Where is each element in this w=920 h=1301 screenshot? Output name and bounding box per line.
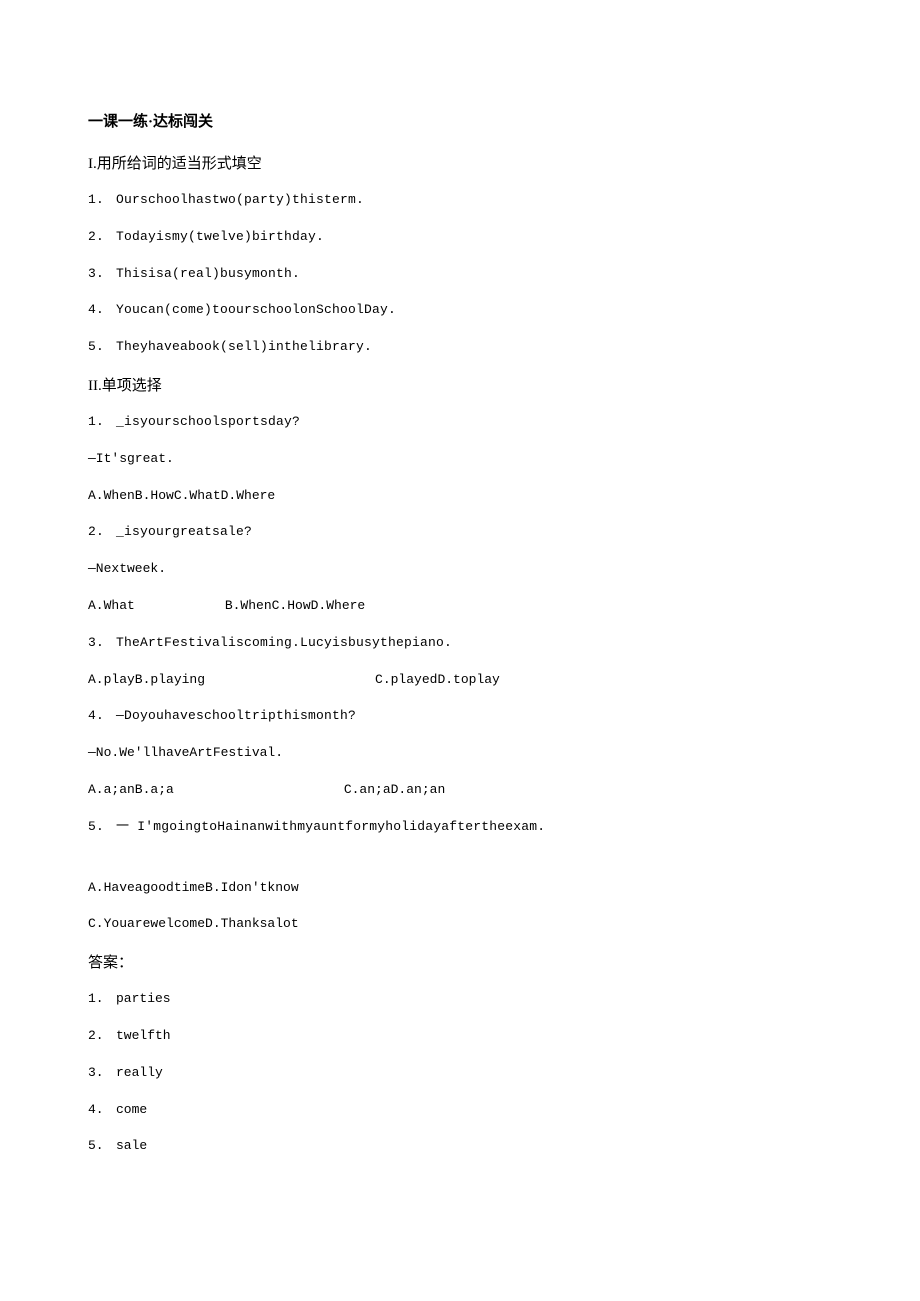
s2-q5-optsA: A.HaveagoodtimeB.Idon'tknow — [88, 878, 832, 899]
opts-right: C.playedD.toplay — [375, 672, 500, 687]
s2-q1-line1: 1._isyourschoolsportsday? — [88, 412, 832, 433]
answers-heading: 答案： — [88, 951, 832, 975]
item-number: 1. — [88, 190, 116, 211]
spacer — [88, 854, 832, 878]
section-2-title: II.单项选择 — [88, 374, 832, 398]
s1-item-5: 5.Theyhaveabook(sell)inthelibrary. — [88, 337, 832, 358]
answer-text: come — [116, 1102, 147, 1117]
item-number: 2. — [88, 522, 116, 543]
s1-item-1: 1.Ourschoolhastwo(party)thisterm. — [88, 190, 832, 211]
item-number: 4. — [88, 706, 116, 727]
item-text: Youcan(come)toourschoolonSchoolDay. — [116, 302, 396, 317]
question-text: _isyourschoolsportsday? — [116, 414, 300, 429]
item-number: 4. — [88, 300, 116, 321]
answer-text: sale — [116, 1138, 147, 1153]
item-number: 2. — [88, 1026, 116, 1047]
opt-rest: B.WhenC.HowD.Where — [225, 598, 365, 613]
question-text: _isyourgreatsale? — [116, 524, 252, 539]
s2-q3-line1: 3.TheArtFestivaliscoming.Lucyisbusythepi… — [88, 633, 832, 654]
answer-3: 3.really — [88, 1063, 832, 1084]
answer-1: 1.parties — [88, 989, 832, 1010]
dash: 一 — [116, 819, 129, 834]
s2-q2-opts: A.What B.WhenC.HowD.Where — [88, 596, 832, 617]
item-text: Ourschoolhastwo(party)thisterm. — [116, 192, 364, 207]
page: 一课一练·达标闯关 I.用所给词的适当形式填空 1.Ourschoolhastw… — [0, 0, 920, 1301]
s2-q2-line2: —Nextweek. — [88, 559, 832, 580]
section-1-title: I.用所给词的适当形式填空 — [88, 152, 832, 176]
item-text: Theyhaveabook(sell)inthelibrary. — [116, 339, 372, 354]
s2-q2-line1: 2._isyourgreatsale? — [88, 522, 832, 543]
answer-4: 4.come — [88, 1100, 832, 1121]
item-number: 3. — [88, 1063, 116, 1084]
item-number: 2. — [88, 227, 116, 248]
s2-q4-line2: —No.We'llhaveArtFestival. — [88, 743, 832, 764]
s2-q1-line2: —It'sgreat. — [88, 449, 832, 470]
answer-5: 5.sale — [88, 1136, 832, 1157]
opt-a: A.What — [88, 598, 135, 613]
section-1-text: 用所给词的适当形式填空 — [97, 156, 262, 172]
item-number: 5. — [88, 817, 116, 838]
item-number: 1. — [88, 989, 116, 1010]
s2-q1-opts: A.WhenB.HowC.WhatD.Where — [88, 486, 832, 507]
question-text: —Doyouhaveschooltripthismonth? — [116, 708, 356, 723]
s1-item-4: 4.Youcan(come)toourschoolonSchoolDay. — [88, 300, 832, 321]
item-number: 3. — [88, 264, 116, 285]
item-number: 5. — [88, 1136, 116, 1157]
opts-right: C.an;aD.an;an — [344, 782, 445, 797]
question-text: TheArtFestivaliscoming.Lucyisbusythepian… — [116, 635, 452, 650]
s2-q4-opts: A.a;anB.a;a C.an;aD.an;an — [88, 780, 832, 801]
answer-2: 2.twelfth — [88, 1026, 832, 1047]
s2-q3-opts: A.playB.playing C.playedD.toplay — [88, 670, 832, 691]
item-number: 5. — [88, 337, 116, 358]
s1-item-2: 2.Todayismy(twelve)birthday. — [88, 227, 832, 248]
answer-text: parties — [116, 991, 171, 1006]
item-number: 1. — [88, 412, 116, 433]
section-1-roman: I. — [88, 156, 97, 172]
opts-left: A.a;anB.a;a — [88, 782, 174, 797]
s2-q5-optsB: C.YouarewelcomeD.Thanksalot — [88, 914, 832, 935]
section-2-text: 单项选择 — [102, 378, 162, 394]
opts-left: A.playB.playing — [88, 672, 205, 687]
item-number: 3. — [88, 633, 116, 654]
s1-item-3: 3.Thisisa(real)busymonth. — [88, 264, 832, 285]
s2-q4-line1: 4.—Doyouhaveschooltripthismonth? — [88, 706, 832, 727]
main-heading: 一课一练·达标闯关 — [88, 110, 832, 134]
answer-text: twelfth — [116, 1028, 171, 1043]
section-2-roman: II. — [88, 378, 102, 394]
item-number: 4. — [88, 1100, 116, 1121]
question-text: I'mgoingtoHainanwithmyauntformyholidayaf… — [137, 819, 545, 834]
item-text: Thisisa(real)busymonth. — [116, 266, 300, 281]
s2-q5-line1: 5.一 I'mgoingtoHainanwithmyauntformyholid… — [88, 817, 832, 838]
answer-text: really — [116, 1065, 163, 1080]
item-text: Todayismy(twelve)birthday. — [116, 229, 324, 244]
